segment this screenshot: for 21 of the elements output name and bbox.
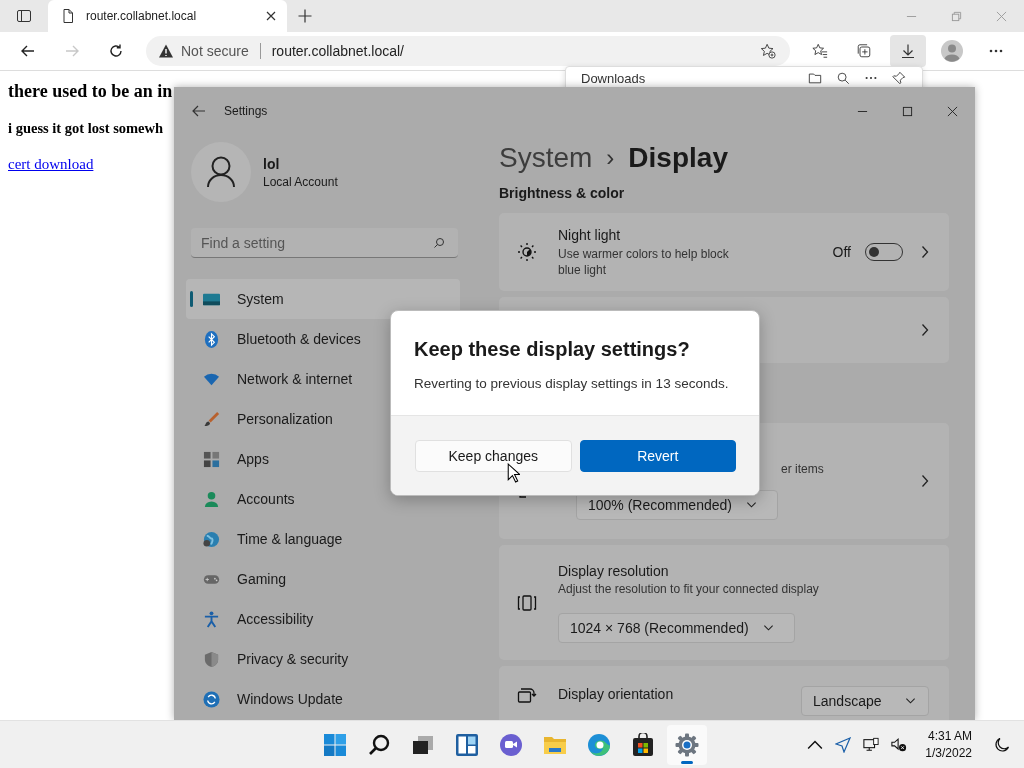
setting-title: Display resolution bbox=[558, 562, 670, 579]
breadcrumb-separator: › bbox=[606, 144, 615, 172]
setting-description: Use warmer colors to help block blue light bbox=[558, 245, 730, 278]
page-title: Display bbox=[628, 142, 728, 174]
panel-title: Downloads bbox=[581, 71, 646, 86]
user-name: lol bbox=[263, 155, 281, 172]
window-title: Settings bbox=[224, 104, 268, 118]
tab-title: router.collabnet.local bbox=[86, 9, 198, 23]
page-heading: there used to be an in bbox=[8, 81, 173, 102]
dialog-title: Keep these display settings? bbox=[414, 338, 691, 361]
account-type: Local Account bbox=[263, 174, 338, 189]
setting-description: Adjust the resolution to fit your connected display bbox=[558, 581, 819, 596]
security-label: Not secure bbox=[181, 43, 249, 59]
section-heading: Brightness & color bbox=[499, 185, 626, 201]
toggle-state: Off bbox=[832, 244, 851, 260]
setting-title: Night light bbox=[558, 226, 622, 243]
dialog-message: Reverting to previous display settings in 13 seconds. bbox=[414, 376, 730, 391]
url-text: router.collabnet.local/ bbox=[271, 43, 404, 59]
setting-description: er items bbox=[781, 462, 824, 476]
page-subheading: i guess it got lost somewh bbox=[8, 120, 164, 137]
setting-title: Display orientation bbox=[558, 686, 674, 702]
